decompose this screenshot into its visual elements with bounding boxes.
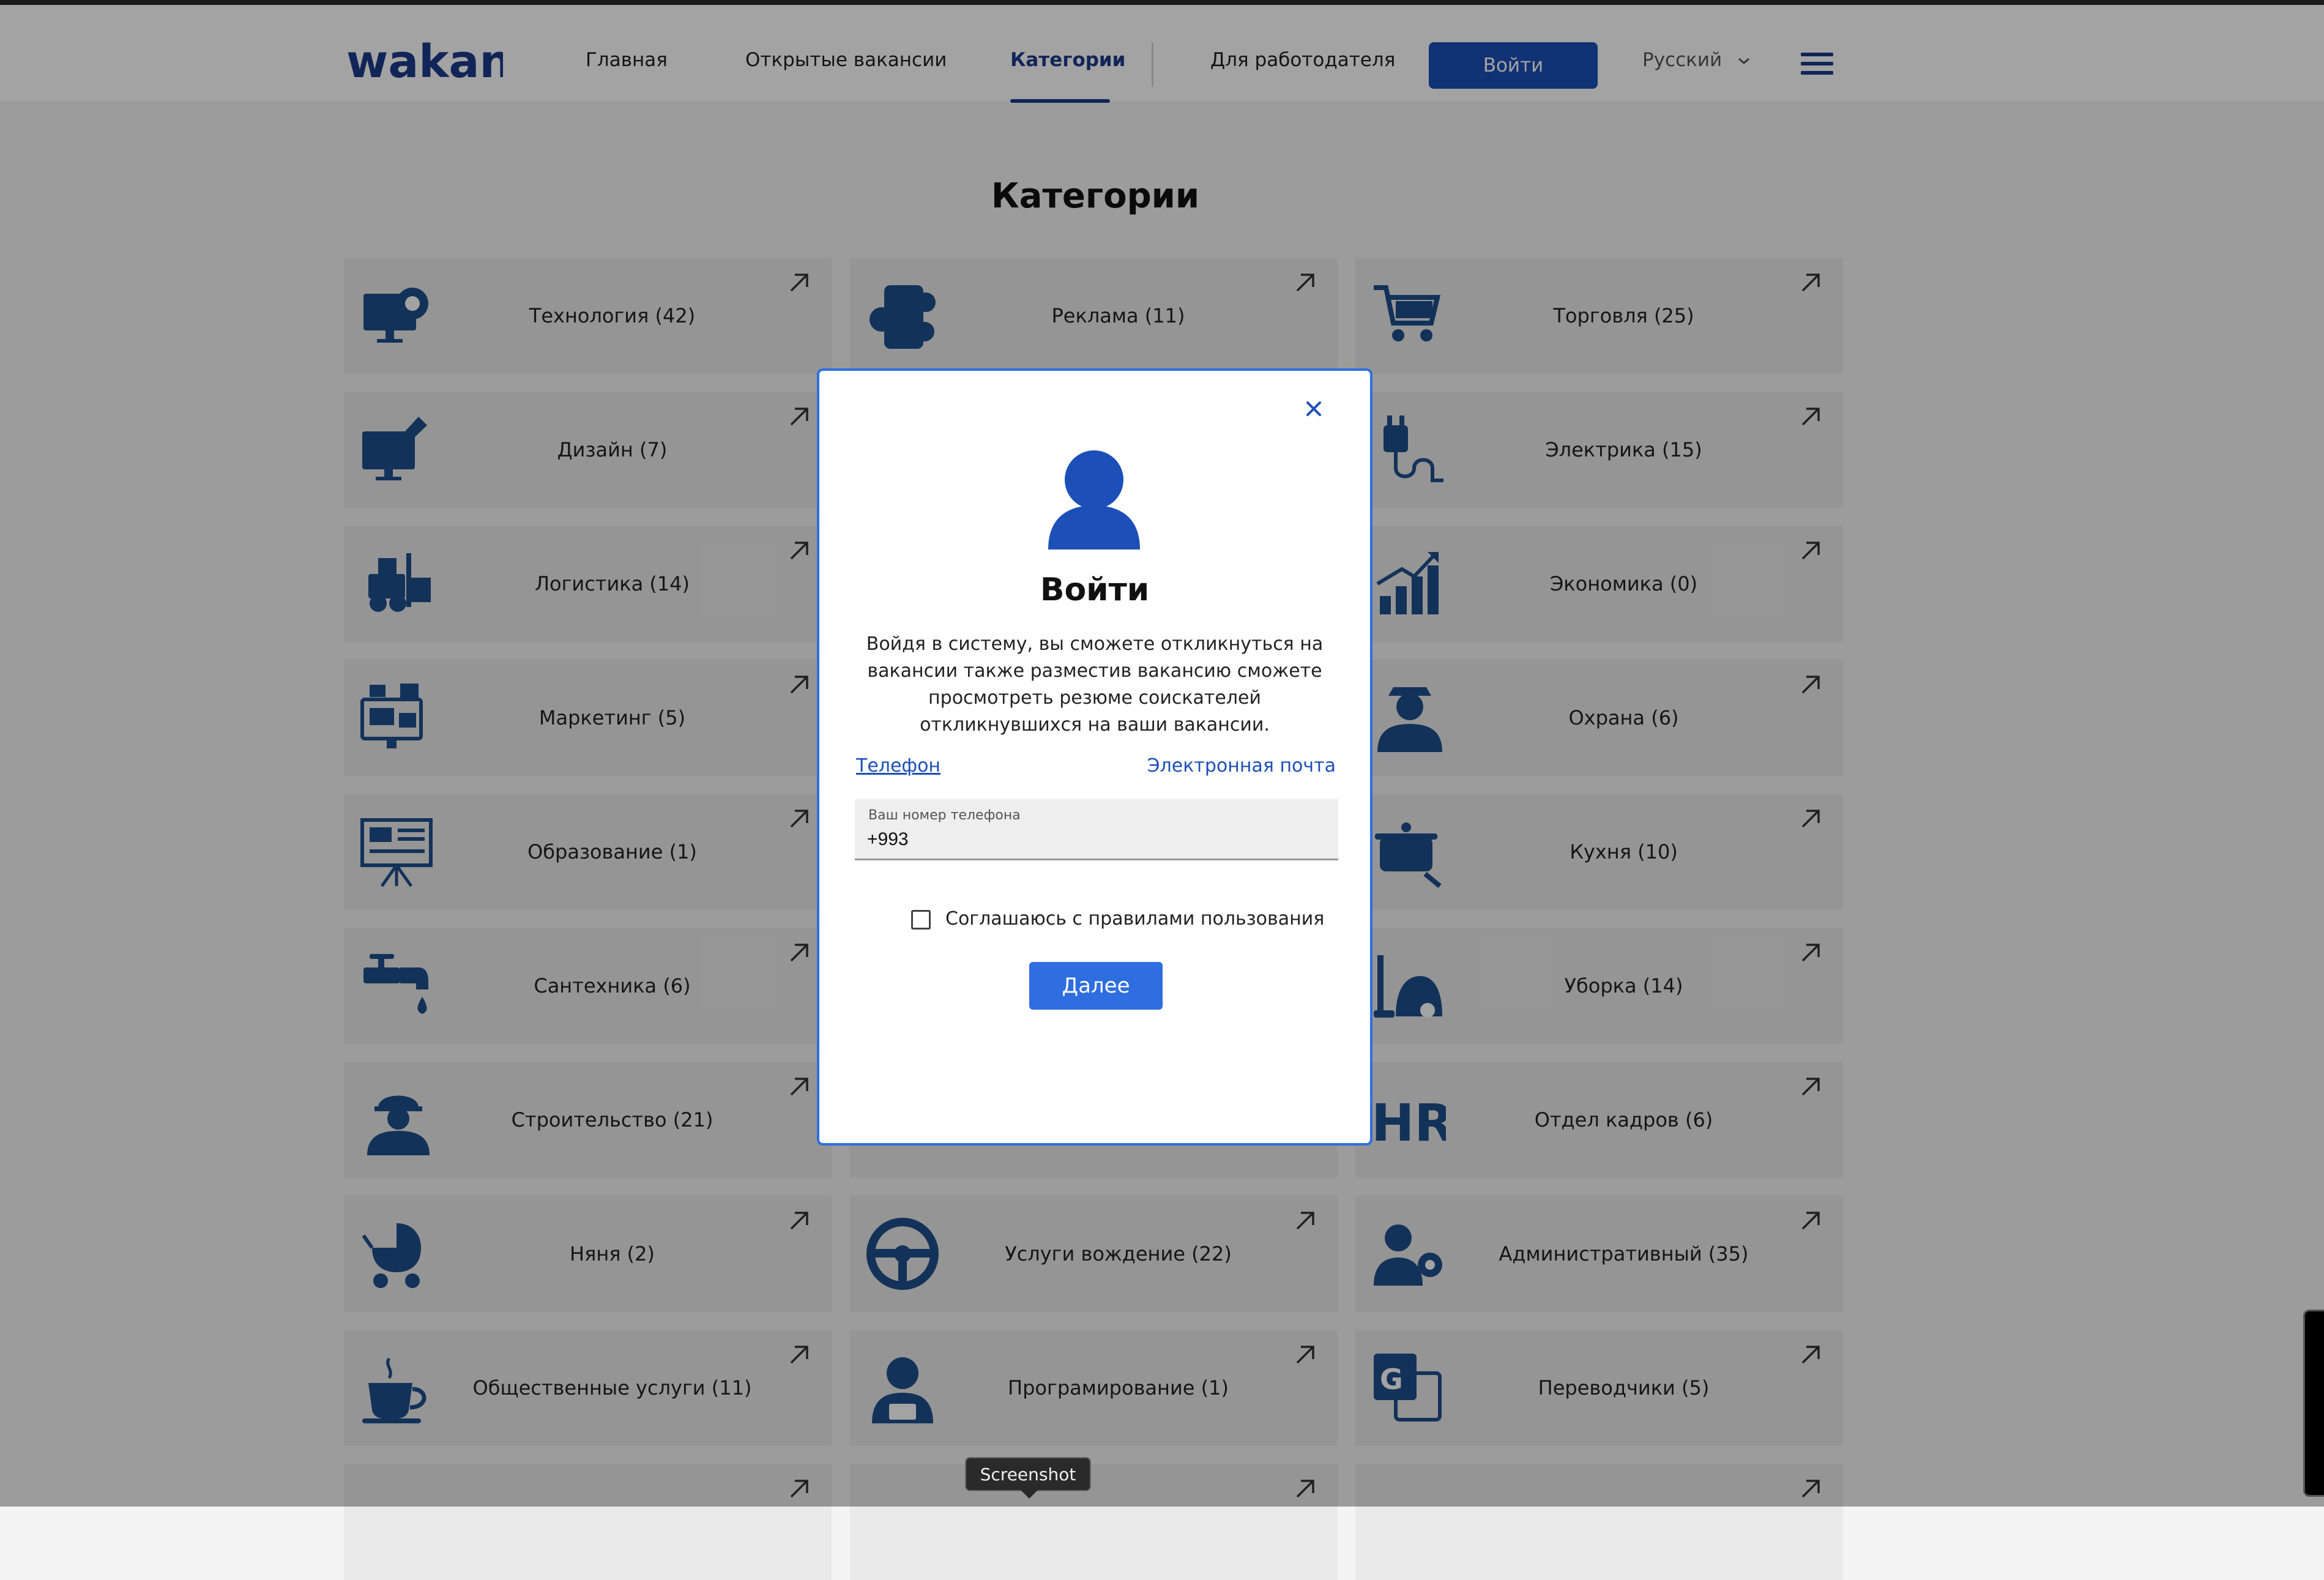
agree-checkbox[interactable] bbox=[911, 910, 931, 930]
edge-panel bbox=[2303, 1310, 2324, 1497]
tooltip-tail bbox=[1021, 1490, 1038, 1499]
phone-field-label: Ваш номер телефона bbox=[868, 808, 1021, 823]
modal-title: Войти bbox=[1040, 572, 1150, 608]
agree-label: Соглашаюсь с правилами пользования bbox=[945, 908, 1325, 930]
close-icon[interactable] bbox=[1302, 397, 1326, 421]
user-avatar-icon bbox=[1048, 450, 1140, 550]
phone-field[interactable]: Ваш номер телефона bbox=[855, 799, 1338, 860]
next-button[interactable]: Далее bbox=[1029, 962, 1163, 1010]
login-modal: Войти Войдя в систему, вы сможете отклик… bbox=[817, 368, 1372, 1146]
modal-description: Войдя в систему, вы сможете откликнуться… bbox=[866, 633, 1324, 736]
phone-input[interactable] bbox=[867, 827, 1320, 852]
tab-phone[interactable]: Телефон bbox=[856, 755, 940, 777]
screenshot-tooltip: Screenshot bbox=[965, 1457, 1091, 1491]
tab-email[interactable]: Электронная почта bbox=[1147, 755, 1336, 777]
